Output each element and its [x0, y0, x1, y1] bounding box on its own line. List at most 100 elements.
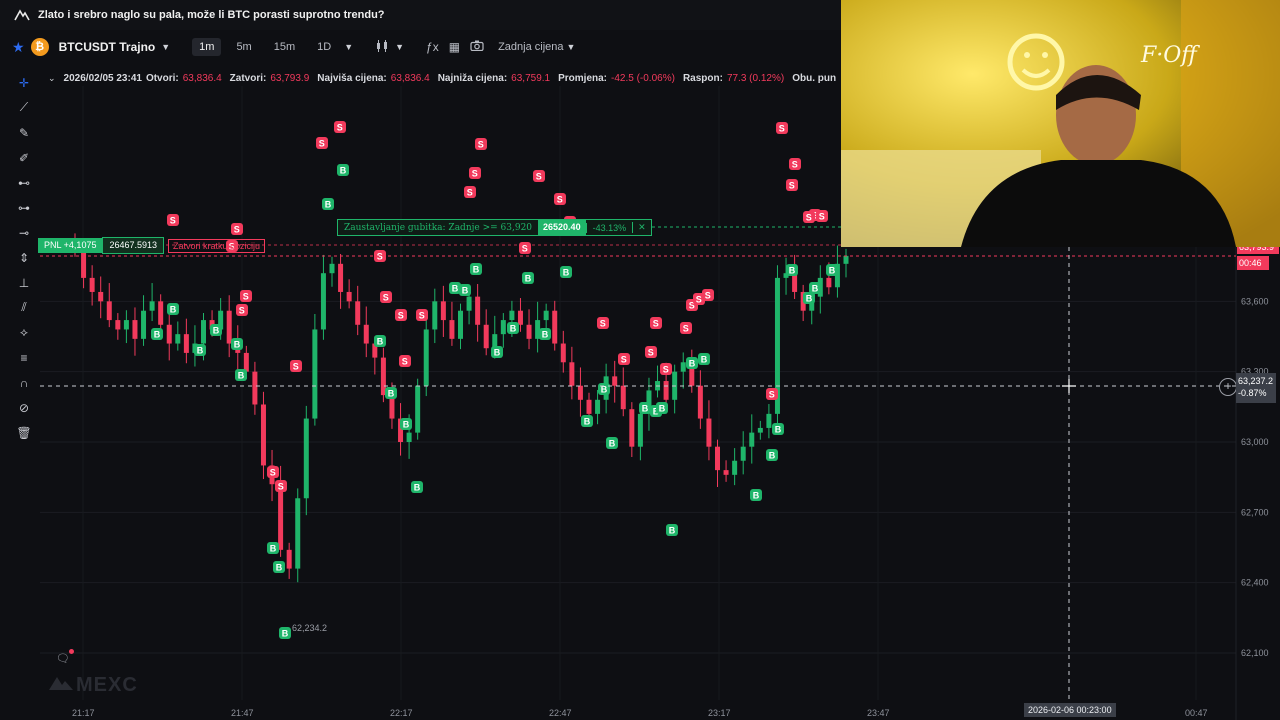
- candle-body: [89, 277, 95, 292]
- hide-drawings-icon[interactable]: ⊘: [12, 395, 36, 420]
- sell-marker-letter: S: [621, 355, 627, 365]
- sell-marker-letter: S: [600, 319, 606, 329]
- pattern-tool-icon[interactable]: ⟡: [12, 320, 36, 345]
- candle-body: [115, 320, 121, 330]
- candle-body: [132, 320, 138, 339]
- magnet-icon[interactable]: ∩: [12, 370, 36, 395]
- crosshair-tool-icon[interactable]: ✛: [12, 70, 36, 95]
- candle-body: [423, 329, 429, 386]
- ruler-tool-icon[interactable]: ⊥: [12, 270, 36, 295]
- text-lines-icon[interactable]: ≡: [12, 345, 36, 370]
- candle-body: [252, 371, 258, 405]
- crosshair-time-tag: 2026-02-06 00:23:00: [1024, 703, 1116, 717]
- mexc-watermark: MEXC: [48, 674, 138, 697]
- sell-marker-letter: S: [769, 390, 775, 400]
- sell-marker-letter: S: [398, 311, 404, 321]
- buy-marker-letter: B: [669, 526, 676, 536]
- candle-body: [466, 296, 472, 311]
- buy-marker-letter: B: [340, 166, 347, 176]
- stop-loss-order[interactable]: Zaustavljanje gubitka: Zadnje >= 63,920 …: [337, 219, 652, 236]
- watermark-text: MEXC: [76, 674, 138, 696]
- candle-body: [175, 334, 181, 344]
- sell-marker-letter: S: [239, 306, 245, 316]
- sell-marker-letter: S: [319, 139, 325, 149]
- sell-marker-letter: S: [557, 195, 563, 205]
- candle-body: [338, 263, 344, 292]
- candle-body: [526, 324, 532, 339]
- sell-marker-letter: S: [536, 172, 542, 182]
- position-label[interactable]: PNL +4,1075 26467.5913 Zatvori kratku po…: [38, 237, 266, 254]
- sell-marker-letter: S: [705, 291, 711, 301]
- stop-loss-percent: -43.13%: [585, 222, 633, 233]
- candle-body: [826, 277, 832, 288]
- low-price-marker: 62,234.2: [292, 623, 327, 633]
- stop-loss-value: 26520.40: [538, 220, 586, 235]
- candle-body: [560, 343, 566, 363]
- sell-marker-letter: S: [648, 348, 654, 358]
- buy-marker-letter: B: [775, 425, 782, 435]
- low-label: Najniža cijena:: [437, 72, 508, 84]
- change-value: -42.5 (-0.06%): [611, 72, 675, 84]
- sell-marker-letter: S: [806, 213, 812, 223]
- add-alert-plus-icon[interactable]: +: [1219, 378, 1237, 396]
- candle-body: [201, 320, 206, 344]
- candle-body: [303, 418, 309, 499]
- candle-body: [509, 310, 515, 321]
- buy-marker-letter: B: [642, 404, 649, 414]
- buy-marker-letter: B: [659, 404, 666, 414]
- collapse-chevron-icon[interactable]: ⌄: [48, 73, 56, 84]
- horizontal-line-icon[interactable]: ⊷: [12, 170, 36, 195]
- candle-body: [449, 320, 455, 339]
- buy-marker-letter: B: [270, 544, 277, 554]
- candle-body: [552, 310, 558, 344]
- segment-line-icon[interactable]: ⊸: [12, 220, 36, 245]
- trendline-tool-icon[interactable]: ⟋: [12, 95, 36, 120]
- sell-marker-letter: S: [819, 212, 825, 222]
- crosshair-change: -0.87%: [1238, 388, 1267, 398]
- sell-marker-letter: S: [278, 482, 284, 492]
- candle-body: [295, 498, 301, 569]
- buy-marker-letter: B: [388, 389, 395, 399]
- buy-marker-letter: B: [753, 491, 760, 501]
- brush-tool-icon[interactable]: ✎: [12, 120, 36, 145]
- notification-dot: [69, 649, 74, 654]
- open-label: Otvori:: [145, 72, 179, 84]
- chat-icon[interactable]: 🗨: [56, 649, 74, 666]
- candle-body: [329, 263, 335, 274]
- x-axis-tick: 00:47: [1185, 708, 1208, 718]
- sell-marker-letter: S: [779, 124, 785, 134]
- cancel-stop-loss-button[interactable]: ✕: [632, 222, 651, 233]
- pen-tool-icon[interactable]: ✐: [12, 145, 36, 170]
- candle-countdown-tag: 00:46: [1237, 256, 1269, 270]
- candle-body: [415, 385, 421, 433]
- candle-body: [440, 301, 446, 321]
- open-value: 63,836.4: [182, 72, 222, 84]
- sell-marker-letter: S: [467, 188, 473, 198]
- candle-body: [595, 399, 601, 414]
- drawing-toolbar: ✛ ⟋ ✎ ✐ ⊷ ⊶ ⊸ ⇕ ⊥ ⫽ ⟡ ≡ ∩ ⊘ 🗑: [12, 70, 36, 445]
- candle-body: [166, 324, 172, 344]
- candle-body: [475, 296, 481, 325]
- buy-marker-letter: B: [510, 324, 517, 334]
- candle-body: [663, 381, 669, 400]
- sell-marker-letter: S: [663, 365, 669, 375]
- x-axis-tick: 22:17: [390, 708, 413, 718]
- buy-marker-letter: B: [276, 563, 283, 573]
- buy-marker-letter: B: [213, 326, 220, 336]
- close-short-button[interactable]: Zatvori kratku poziciju: [168, 238, 266, 253]
- ray-line-icon[interactable]: ⊶: [12, 195, 36, 220]
- candle-body: [149, 301, 155, 311]
- vertical-line-icon[interactable]: ⇕: [12, 245, 36, 270]
- trash-icon[interactable]: 🗑: [12, 420, 36, 445]
- position-size: 26467.5913: [102, 237, 165, 254]
- range-label: Raspon:: [682, 72, 723, 84]
- candle-body: [406, 432, 412, 442]
- fib-tool-icon[interactable]: ⫽: [12, 295, 36, 320]
- buy-marker-letter: B: [414, 483, 421, 493]
- candle-body: [843, 255, 849, 264]
- candle-body: [620, 385, 626, 410]
- candle-body: [286, 549, 292, 569]
- candle-body: [740, 446, 746, 461]
- buy-marker-letter: B: [238, 371, 245, 381]
- candle-body: [363, 324, 369, 344]
